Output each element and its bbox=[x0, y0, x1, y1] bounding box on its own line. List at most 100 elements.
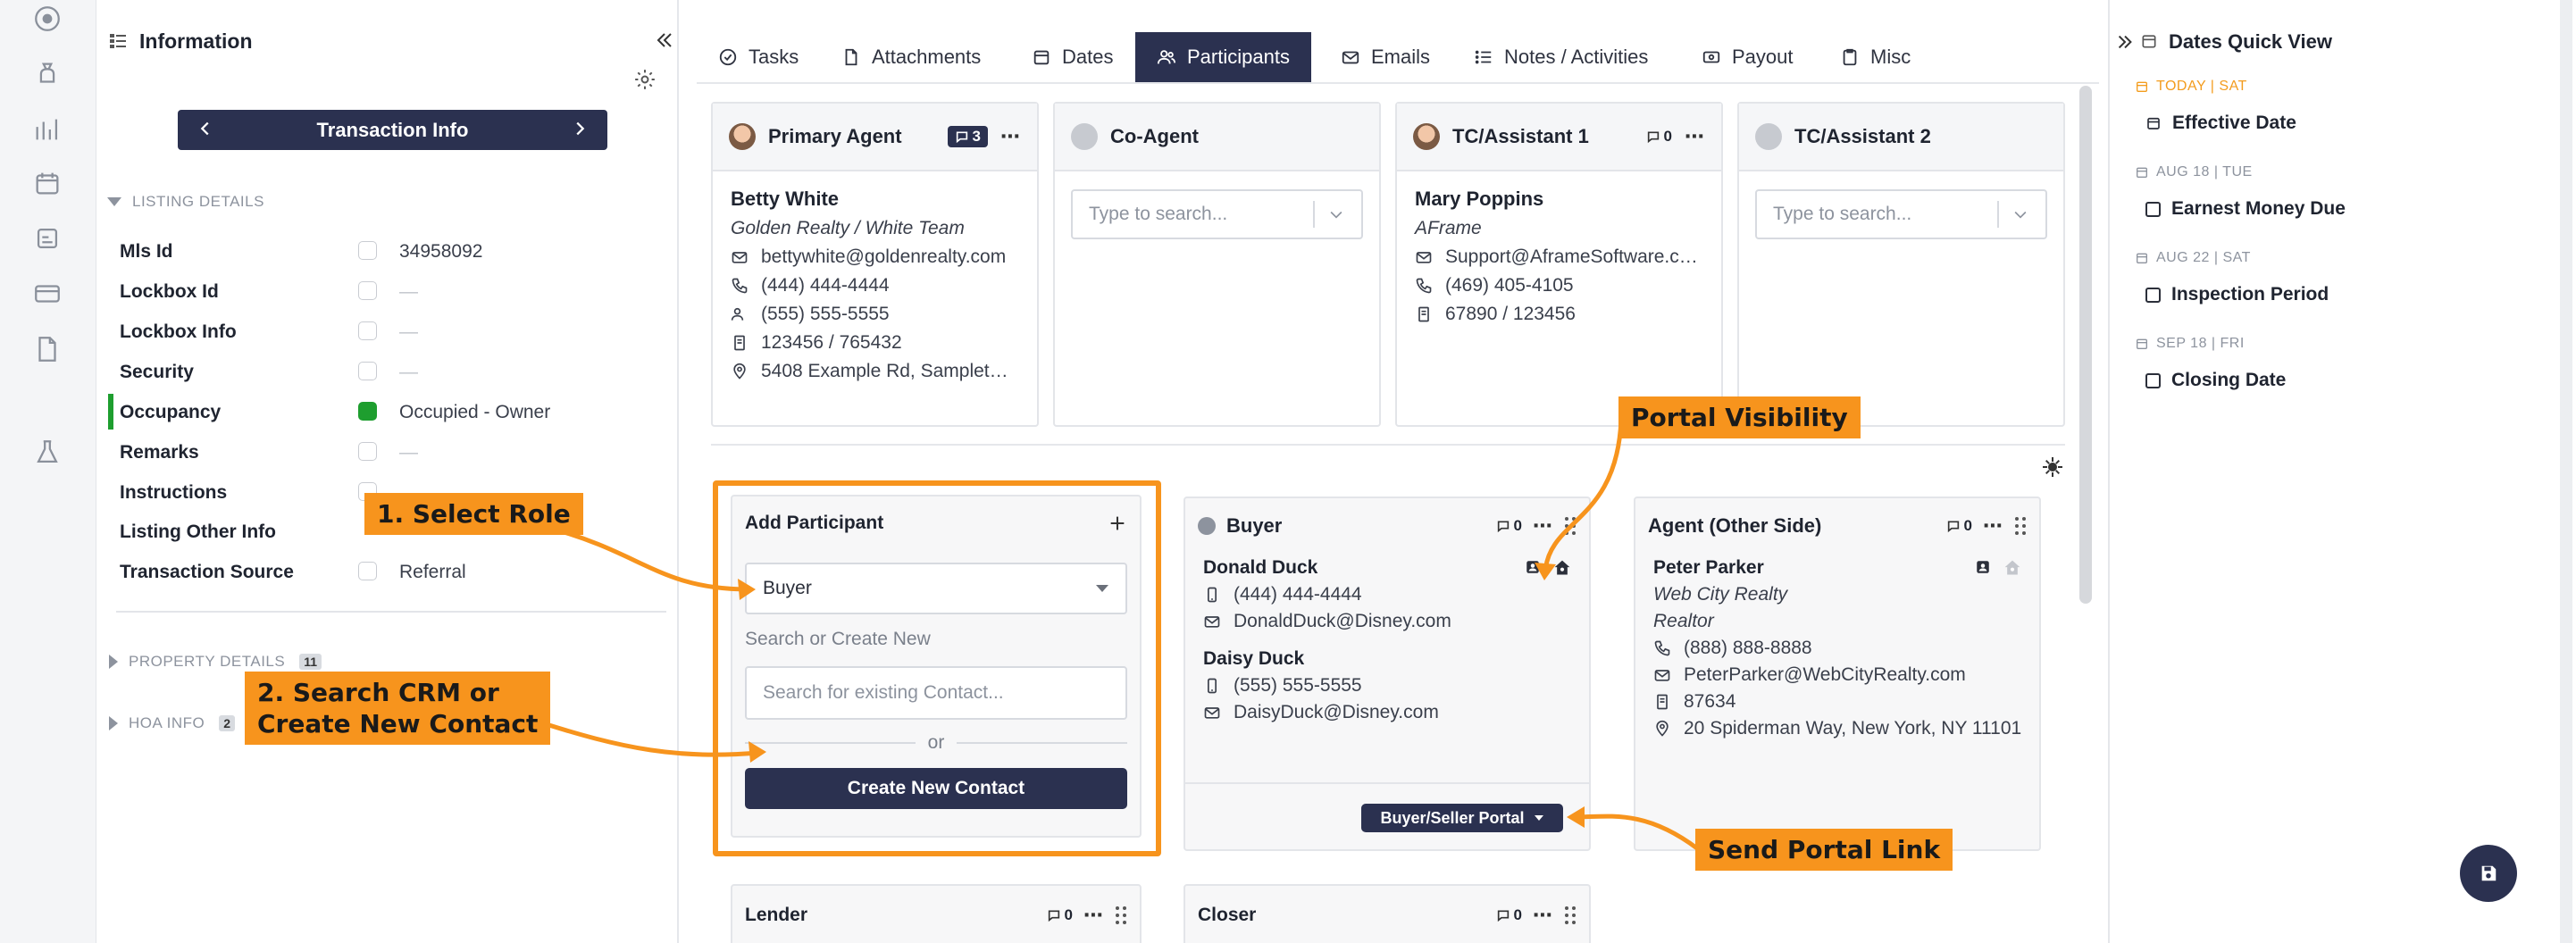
assistant-avatar bbox=[1413, 123, 1440, 150]
date-item-earnest-money-due[interactable]: Earnest Money Due bbox=[2145, 198, 2346, 220]
more-options-icon[interactable]: ⋯ bbox=[1533, 904, 1553, 927]
tab-emails[interactable]: Emails bbox=[1341, 34, 1430, 80]
comment-icon bbox=[1497, 521, 1509, 533]
dashboard-icon[interactable] bbox=[32, 4, 63, 34]
buyer-seller-portal-button[interactable]: Buyer/Seller Portal bbox=[1361, 804, 1563, 832]
property-details-toggle[interactable]: PROPERTY DETAILS 11 bbox=[107, 653, 322, 671]
drag-handle-icon[interactable] bbox=[1115, 905, 1127, 925]
left-nav-rail bbox=[0, 0, 96, 943]
create-new-contact-button[interactable]: Create New Contact bbox=[745, 768, 1127, 809]
document-icon[interactable] bbox=[32, 334, 63, 364]
card-icon[interactable] bbox=[32, 279, 63, 309]
contact-email-row[interactable]: DonaldDuck@Disney.com bbox=[1203, 611, 1571, 632]
date-item-effective-date[interactable]: Effective Date bbox=[2145, 113, 2296, 134]
buyer-status-icon bbox=[1198, 517, 1216, 535]
tab-label: Emails bbox=[1371, 46, 1431, 68]
nav-next-chevron-icon[interactable] bbox=[570, 119, 590, 138]
agent-email-row[interactable]: PeterParker@WebCityRealty.com bbox=[1653, 664, 2021, 686]
tab-misc[interactable]: Misc bbox=[1840, 34, 1911, 80]
tab-notes-activities[interactable]: Notes / Activities bbox=[1474, 34, 1648, 80]
tab-dates[interactable]: Dates bbox=[1032, 34, 1113, 80]
more-options-icon[interactable]: ⋯ bbox=[1533, 514, 1553, 538]
contact-email-row[interactable]: DaisyDuck@Disney.com bbox=[1203, 702, 1571, 723]
field-checkbox-lockbox-id[interactable] bbox=[358, 281, 377, 300]
page-scrollbar[interactable] bbox=[2560, 0, 2572, 943]
drag-handle-icon[interactable] bbox=[1564, 905, 1577, 925]
message-count-badge[interactable]: 3 bbox=[947, 126, 988, 147]
field-checkbox-mls-id[interactable] bbox=[358, 241, 377, 260]
plus-icon[interactable] bbox=[1108, 513, 1127, 533]
date-item-closing-date[interactable]: Closing Date bbox=[2145, 370, 2286, 391]
agent-phone-row[interactable]: (555) 555-5555 bbox=[731, 304, 1019, 325]
contact-card-icon[interactable] bbox=[1525, 559, 1541, 575]
calendar-icon[interactable] bbox=[32, 168, 63, 198]
drag-handle-icon[interactable] bbox=[2014, 516, 2027, 536]
field-checkbox-lockbox-info[interactable] bbox=[358, 321, 377, 340]
tab-payout[interactable]: Payout bbox=[1702, 34, 1794, 80]
drag-handle-icon[interactable] bbox=[1564, 516, 1577, 536]
field-checkbox-occupancy[interactable] bbox=[358, 402, 377, 421]
save-icon bbox=[2481, 865, 2497, 881]
field-checkbox-transaction-source[interactable] bbox=[358, 562, 377, 580]
message-count-badge[interactable]: 0 bbox=[1496, 517, 1522, 535]
agent-email-row[interactable]: bettywhite@goldenrealty.com bbox=[731, 246, 1019, 268]
tc-assistant-2-card: TC/Assistant 2 Type to search... bbox=[1737, 102, 2065, 427]
settings-gear-icon[interactable] bbox=[633, 68, 657, 91]
co-agent-search-input[interactable]: Type to search... bbox=[1071, 189, 1363, 239]
portal-home-icon[interactable] bbox=[1553, 559, 1571, 577]
nav-prev-chevron-icon[interactable] bbox=[196, 119, 215, 138]
message-count-badge[interactable]: 0 bbox=[1047, 906, 1073, 924]
contacts-icon[interactable] bbox=[32, 223, 63, 254]
property-details-count: 11 bbox=[299, 654, 322, 670]
message-count-badge[interactable]: 0 bbox=[1646, 128, 1672, 146]
message-count-badge[interactable]: 0 bbox=[1946, 517, 1972, 535]
checkbox[interactable] bbox=[2145, 201, 2161, 217]
calendar-icon bbox=[1033, 50, 1050, 65]
tab-participants[interactable]: Participants bbox=[1135, 32, 1311, 82]
file-icon bbox=[845, 48, 857, 66]
collapse-panel-icon[interactable] bbox=[654, 29, 675, 51]
field-checkbox-remarks[interactable] bbox=[358, 442, 377, 461]
field-checkbox-security[interactable] bbox=[358, 362, 377, 380]
more-options-icon[interactable]: ⋯ bbox=[1083, 904, 1104, 927]
tc-assistant-2-search-input[interactable]: Type to search... bbox=[1755, 189, 2047, 239]
listing-details-toggle[interactable]: LISTING DETAILS bbox=[105, 193, 264, 211]
portal-home-icon[interactable] bbox=[2003, 559, 2021, 577]
contact-phone-row[interactable]: (555) 555-5555 bbox=[1203, 675, 1571, 697]
more-options-icon[interactable]: ⋯ bbox=[1983, 514, 2003, 538]
buyer-card: Buyer 0 ⋯ Donald Duck (444) 444-4444 Don… bbox=[1183, 497, 1591, 851]
main-scrollbar[interactable] bbox=[2079, 86, 2092, 604]
contact-search-input[interactable]: Search for existing Contact... bbox=[745, 666, 1127, 720]
agent-phone-row[interactable]: (444) 444-4444 bbox=[731, 275, 1019, 296]
save-fab-button[interactable] bbox=[2460, 845, 2517, 902]
participants-settings-gear-icon[interactable] bbox=[2042, 456, 2063, 478]
phone-icon bbox=[1654, 640, 1670, 656]
phone-icon bbox=[732, 278, 748, 294]
assistant-phone-row[interactable]: (469) 405-4105 bbox=[1415, 275, 1703, 296]
more-options-icon[interactable]: ⋯ bbox=[1000, 125, 1021, 148]
flask-icon[interactable] bbox=[32, 438, 63, 468]
or-divider: or bbox=[745, 732, 1127, 754]
message-count-badge[interactable]: 0 bbox=[1496, 906, 1522, 924]
tab-tasks[interactable]: Tasks bbox=[718, 34, 799, 80]
contact-phone-row[interactable]: (444) 444-4444 bbox=[1203, 584, 1571, 605]
hoa-info-header: HOA INFO bbox=[129, 714, 205, 731]
role-select[interactable]: Buyer bbox=[745, 563, 1127, 614]
more-options-icon[interactable]: ⋯ bbox=[1685, 125, 1705, 148]
divider bbox=[116, 611, 666, 613]
date-item-inspection-period[interactable]: Inspection Period bbox=[2145, 284, 2329, 305]
card-header: Co-Agent bbox=[1055, 104, 1379, 171]
tab-attachments[interactable]: Attachments bbox=[841, 34, 981, 80]
agent-phone-row[interactable]: (888) 888-8888 bbox=[1653, 638, 2021, 659]
checkbox[interactable] bbox=[2145, 372, 2161, 388]
contact-card-icon[interactable] bbox=[1975, 559, 1991, 575]
checkbox[interactable] bbox=[2145, 287, 2161, 303]
field-value-security: — bbox=[399, 362, 418, 382]
assistant-email-row[interactable]: Support@AframeSoftware.c… bbox=[1415, 246, 1703, 268]
tab-label: Dates bbox=[1062, 46, 1114, 68]
chart-icon[interactable] bbox=[32, 114, 63, 145]
hoa-info-toggle[interactable]: HOA INFO 2 bbox=[107, 714, 236, 732]
expand-panel-icon[interactable] bbox=[2115, 32, 2135, 52]
agent-license-row: 123456 / 765432 bbox=[731, 332, 1019, 354]
money-bag-icon[interactable] bbox=[32, 59, 63, 89]
